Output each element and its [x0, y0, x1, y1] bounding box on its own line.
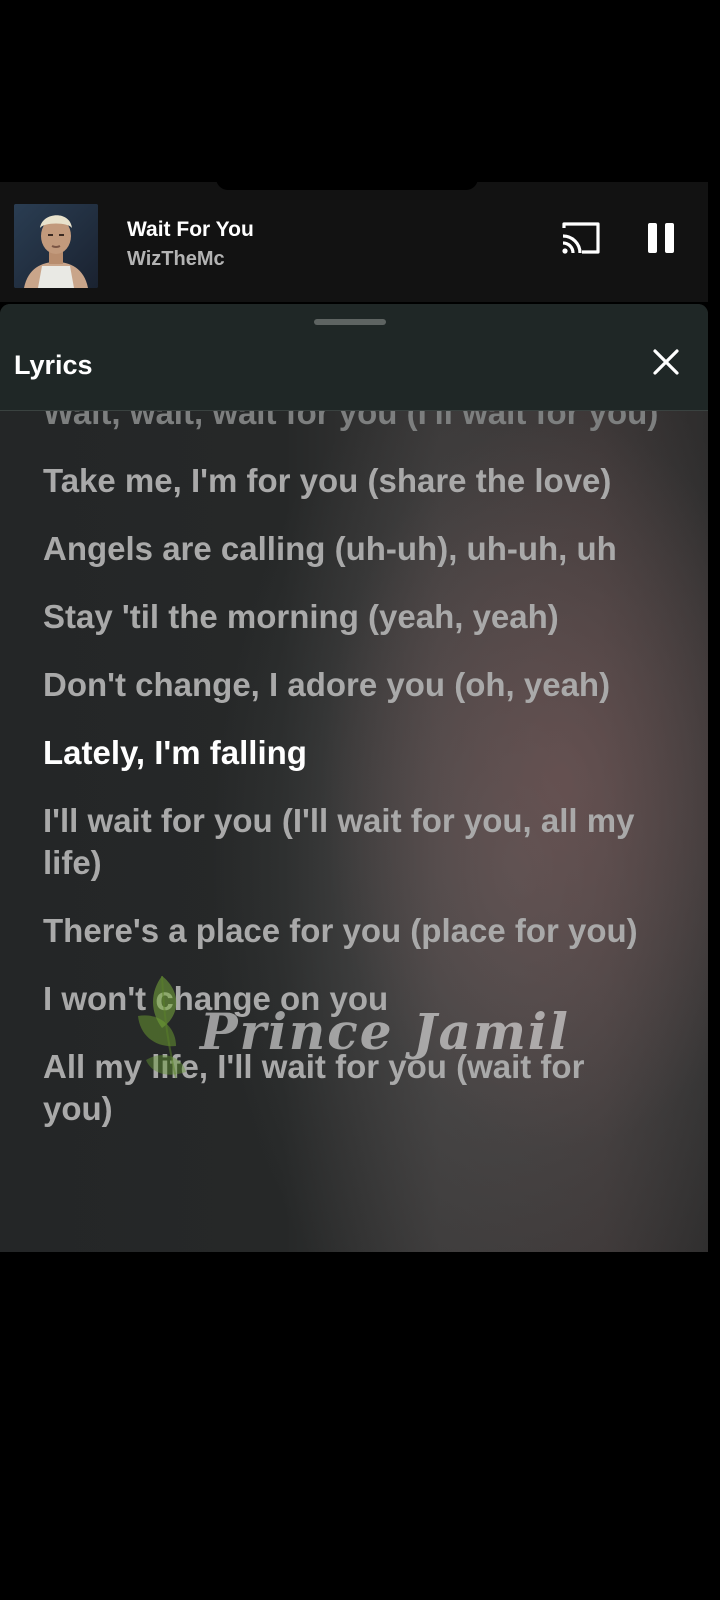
pause-button[interactable]	[646, 220, 690, 264]
lyric-line[interactable]: Don't change, I adore you (oh, yeah)	[43, 664, 663, 706]
close-icon	[653, 349, 679, 375]
lyrics-title: Lyrics	[14, 350, 93, 380]
screen: Wait For You WizTheMc Lyrics Wait, wait,…	[0, 0, 720, 1600]
lyrics-sheet[interactable]: Lyrics Wait, wait, wait for you (I'll wa…	[0, 304, 708, 1252]
cast-icon	[562, 222, 600, 254]
lyrics-header: Lyrics	[0, 304, 708, 411]
now-playing-bar[interactable]: Wait For You WizTheMc	[0, 182, 708, 302]
lyric-line[interactable]: Stay 'til the morning (yeah, yeah)	[43, 596, 663, 638]
lyric-line[interactable]: There's a place for you (place for you)	[43, 910, 663, 952]
lyrics-list[interactable]: Wait, wait, wait for you (I'll wait for …	[43, 392, 663, 1156]
track-artist[interactable]: WizTheMc	[127, 248, 225, 271]
album-art-image	[14, 204, 98, 288]
lyric-line[interactable]: I won't change on you	[43, 978, 663, 1020]
lyric-line[interactable]: All my life, I'll wait for you (wait for…	[43, 1046, 663, 1130]
pause-icon	[648, 223, 674, 253]
lyric-line[interactable]: Angels are calling (uh-uh), uh-uh, uh	[43, 528, 663, 570]
album-art[interactable]	[14, 204, 98, 288]
track-title[interactable]: Wait For You	[127, 218, 254, 242]
lyric-line[interactable]: Take me, I'm for you (share the love)	[43, 460, 663, 502]
drag-handle[interactable]	[314, 319, 386, 325]
lyric-line[interactable]: I'll wait for you (I'll wait for you, al…	[43, 800, 663, 884]
cast-button[interactable]	[560, 220, 608, 264]
lyric-line-current[interactable]: Lately, I'm falling	[43, 732, 663, 774]
close-button[interactable]	[650, 346, 686, 382]
camera-notch	[216, 178, 478, 190]
